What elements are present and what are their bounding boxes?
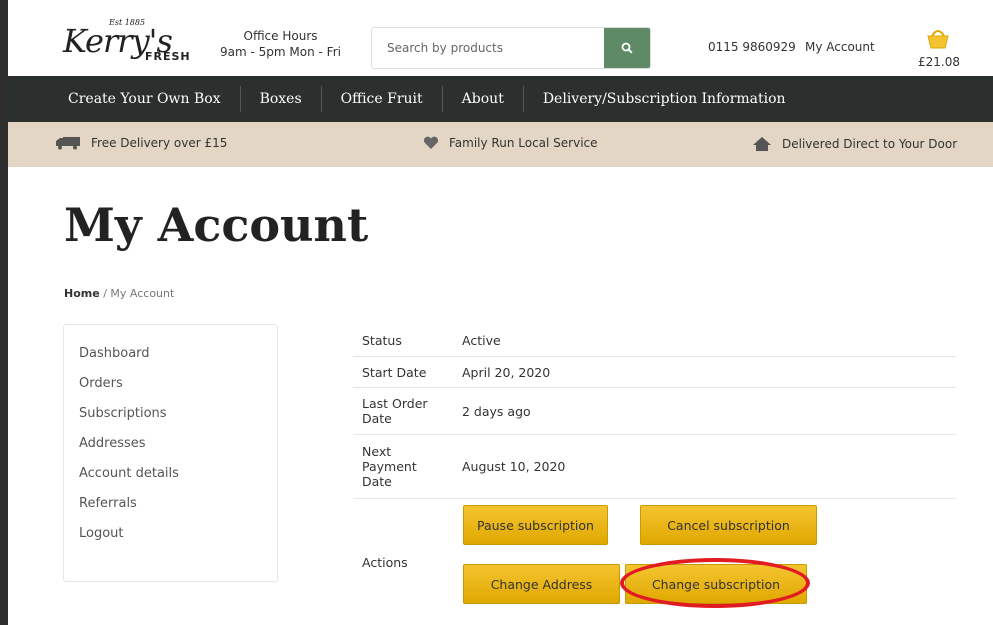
nav-boxes[interactable]: Boxes: [260, 91, 321, 107]
table-label: Next Payment Date: [362, 444, 417, 489]
table-label: Start Date: [362, 364, 427, 380]
kerrys-fresh-logo[interactable]: Est 1885 Kerry's FRESH: [63, 18, 191, 64]
table-value: Active: [462, 333, 501, 348]
usp-free-delivery: Free Delivery over £15: [55, 136, 227, 150]
nav-divider: [441, 86, 443, 112]
office-hours: Office Hours 9am - 5pm Mon - Fri: [213, 28, 348, 60]
actions-label: Actions: [362, 555, 408, 570]
page: Est 1885 Kerry's FRESH Office Hours 9am …: [8, 0, 993, 625]
sidebar-item-addresses[interactable]: Addresses: [79, 435, 262, 465]
annotation-highlight-circle: [620, 558, 810, 608]
account-sidebar: Dashboard Orders Subscriptions Addresses…: [63, 324, 278, 582]
sidebar-item-referrals[interactable]: Referrals: [79, 495, 262, 525]
search-input[interactable]: [372, 28, 604, 68]
sidebar-item-account-details[interactable]: Account details: [79, 465, 262, 495]
nav-office-fruit[interactable]: Office Fruit: [341, 91, 442, 107]
table-row-status: Status Active: [353, 325, 956, 357]
main-nav: Create Your Own Box Boxes Office Fruit A…: [8, 76, 993, 122]
table-value: August 10, 2020: [462, 459, 566, 474]
sidebar-item-subscriptions[interactable]: Subscriptions: [79, 405, 262, 435]
table-value: 2 days ago: [462, 403, 531, 419]
nav-about[interactable]: About: [462, 91, 523, 107]
breadcrumb: Home / My Account: [64, 287, 174, 300]
table-row-last-order-date: Last Order Date 2 days ago: [353, 388, 956, 435]
basket-icon: [927, 30, 949, 49]
my-account-link[interactable]: My Account: [805, 40, 875, 54]
nav-delivery-subscription-information[interactable]: Delivery/Subscription Information: [543, 91, 805, 107]
nav-divider: [320, 86, 322, 112]
table-label: Status: [362, 333, 402, 348]
usp-free-delivery-text: Free Delivery over £15: [91, 136, 228, 150]
nav-create-your-own-box[interactable]: Create Your Own Box: [68, 91, 240, 107]
phone-number[interactable]: 0115 9860929: [708, 40, 796, 54]
logo-fresh: FRESH: [145, 50, 191, 63]
heart-icon: [423, 136, 439, 149]
breadcrumb-current: My Account: [110, 287, 175, 300]
table-row-next-payment-date: Next Payment Date August 10, 2020: [353, 435, 956, 499]
usp-delivered-direct: Delivered Direct to Your Door: [752, 136, 957, 152]
sidebar-item-dashboard[interactable]: Dashboard: [79, 345, 262, 375]
sidebar-item-logout[interactable]: Logout: [79, 525, 262, 555]
usp-bar: Free Delivery over £15 Family Run Local …: [8, 122, 993, 167]
search-button[interactable]: [604, 28, 650, 68]
search-icon: [621, 42, 633, 54]
office-hours-title: Office Hours: [243, 29, 318, 43]
site-header: Est 1885 Kerry's FRESH Office Hours 9am …: [8, 0, 993, 76]
breadcrumb-home[interactable]: Home: [64, 287, 100, 300]
basket[interactable]: £21.08: [918, 26, 960, 69]
sidebar-item-orders[interactable]: Orders: [79, 375, 262, 405]
subscription-details-table: Status Active Start Date April 20, 2020 …: [353, 325, 956, 499]
change-address-button[interactable]: Change Address: [463, 564, 620, 604]
nav-divider: [239, 86, 241, 112]
house-icon: [753, 137, 771, 151]
search-bar: [371, 27, 651, 69]
table-row-start-date: Start Date April 20, 2020: [353, 357, 956, 388]
table-value: April 20, 2020: [462, 364, 551, 380]
usp-family-run: Family Run Local Service: [423, 136, 598, 150]
page-title: My Account: [64, 198, 369, 252]
nav-divider: [522, 86, 524, 112]
cancel-subscription-button[interactable]: Cancel subscription: [640, 505, 817, 545]
usp-delivered-direct-text: Delivered Direct to Your Door: [782, 137, 958, 151]
office-hours-time: 9am - 5pm Mon - Fri: [220, 45, 341, 59]
delivery-truck-icon: [56, 137, 80, 150]
basket-total: £21.08: [918, 55, 960, 69]
pause-subscription-button[interactable]: Pause subscription: [463, 505, 608, 545]
usp-family-run-text: Family Run Local Service: [449, 136, 598, 150]
table-label: Last Order Date: [362, 396, 428, 426]
